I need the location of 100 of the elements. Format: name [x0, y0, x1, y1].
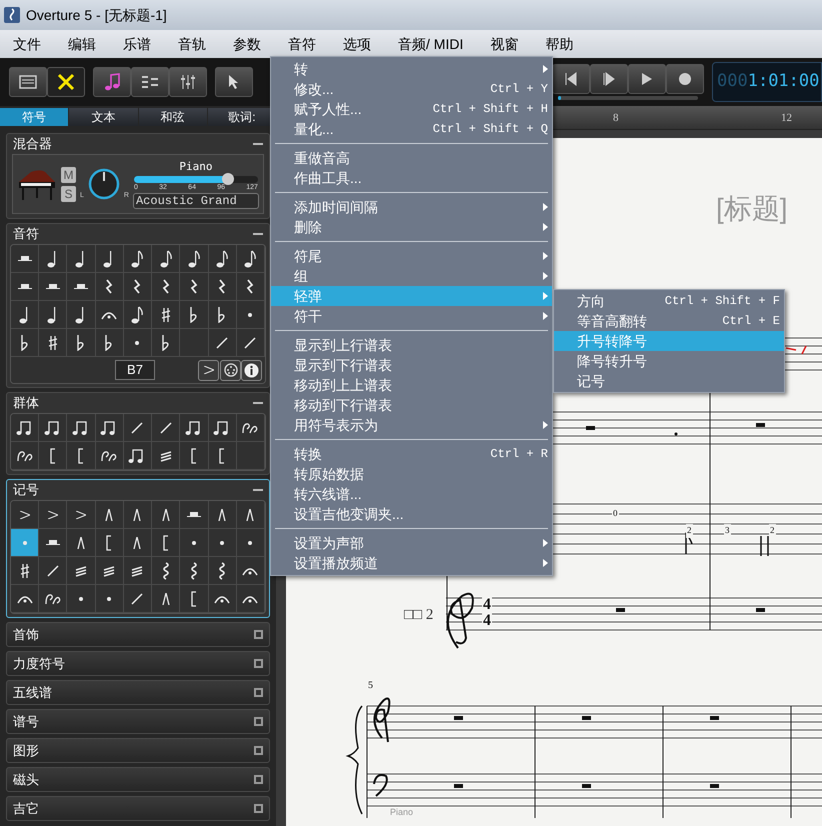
menu-item[interactable]: 音轨 [178, 34, 206, 54]
menu-option[interactable]: 设置播放频道 [271, 553, 552, 573]
palette-button[interactable] [11, 329, 40, 357]
palette-button[interactable] [39, 301, 68, 329]
info-button[interactable] [241, 360, 262, 380]
palette-button[interactable] [180, 273, 209, 301]
palette-button[interactable] [39, 585, 68, 613]
palette-tab[interactable]: 和弦 [138, 108, 207, 126]
mute-button[interactable]: M [61, 166, 76, 182]
palette-button[interactable] [152, 585, 180, 613]
menu-option[interactable]: 符尾 [271, 246, 552, 266]
palette-button[interactable] [39, 245, 68, 273]
palette-tab[interactable]: 符号 [0, 108, 68, 126]
menu-option[interactable]: 转原始数据 [271, 464, 552, 484]
palette-button[interactable] [11, 273, 40, 301]
palette-button[interactable] [11, 557, 40, 585]
palette-tab[interactable]: 文本 [69, 108, 138, 126]
chord-field[interactable]: B7 [115, 360, 155, 380]
palette-button[interactable] [39, 329, 68, 357]
palette-button[interactable] [11, 414, 40, 442]
menu-item[interactable]: 文件 [13, 34, 41, 54]
volume-thumb[interactable] [222, 172, 234, 184]
menu-item[interactable]: 帮助 [545, 34, 574, 54]
menu-option[interactable]: 设置为声部 [271, 533, 552, 553]
palette-button[interactable] [124, 501, 152, 529]
menu-option[interactable]: 设置吉他变调夹... [271, 504, 552, 524]
palette-button[interactable] [11, 585, 40, 613]
palette-button[interactable] [236, 501, 265, 529]
menu-option[interactable]: 显示到上行谱表 [271, 335, 552, 355]
collapsed-panel[interactable]: 首饰 [6, 622, 270, 647]
palette-button[interactable] [236, 273, 265, 301]
palette-button[interactable] [208, 414, 237, 442]
palette-button[interactable] [96, 557, 124, 585]
palette-button[interactable] [236, 329, 265, 357]
palette-button[interactable] [39, 529, 68, 557]
palette-button[interactable] [152, 557, 180, 585]
expand-icon[interactable] [254, 630, 263, 639]
palette-button[interactable] [96, 301, 124, 329]
palette-button[interactable] [96, 529, 124, 557]
menu-option[interactable]: 重做音高 [271, 148, 552, 168]
palette-button[interactable] [96, 414, 124, 442]
palette-button[interactable] [96, 442, 124, 470]
palette-button[interactable] [67, 529, 96, 557]
palette-button[interactable] [11, 501, 40, 529]
palette-button[interactable] [152, 529, 180, 557]
record-button[interactable] [666, 64, 704, 94]
document-button[interactable] [9, 67, 47, 97]
menu-item[interactable]: 选项 [343, 34, 371, 54]
palette-button[interactable] [180, 301, 209, 329]
collapsed-panel[interactable]: 磁头 [6, 767, 270, 792]
palette-button[interactable] [124, 585, 152, 613]
palette-button[interactable] [152, 329, 180, 357]
menu-option[interactable]: 降号转升号 [554, 351, 784, 371]
menu-item[interactable]: 音频/ MIDI [398, 34, 464, 54]
palette-button[interactable] [152, 414, 180, 442]
palette-button[interactable] [208, 245, 237, 273]
palette-button[interactable] [236, 245, 265, 273]
palette-button[interactable] [152, 501, 180, 529]
menu-option[interactable]: 转换 Ctrl + R [271, 444, 552, 464]
palette-button[interactable] [96, 245, 124, 273]
palette-button[interactable] [236, 414, 265, 442]
menu-option[interactable]: 升号转降号 [554, 331, 784, 351]
menu-option[interactable]: 作曲工具... [271, 168, 552, 188]
expand-icon[interactable] [254, 746, 263, 755]
menu-option[interactable]: 移动到下行谱表 [271, 395, 552, 415]
palette-button[interactable] [67, 329, 96, 357]
collapsed-panel[interactable]: 图形 [6, 738, 270, 763]
menu-item[interactable]: 编辑 [68, 34, 96, 54]
palette-button[interactable] [236, 557, 265, 585]
palette-button[interactable] [39, 414, 68, 442]
palette-button[interactable] [208, 557, 237, 585]
pointer-button[interactable] [215, 67, 253, 97]
palette-button[interactable] [67, 501, 96, 529]
menu-option[interactable]: 添加时间间隔 [271, 197, 552, 217]
palette-button[interactable] [124, 442, 152, 470]
palette-button[interactable] [124, 529, 152, 557]
expand-icon[interactable] [254, 659, 263, 668]
menu-item[interactable]: 视窗 [490, 34, 518, 54]
palette-button[interactable] [39, 273, 68, 301]
solo-button[interactable]: S [61, 186, 76, 202]
palette-button[interactable] [11, 301, 40, 329]
instrument-field[interactable]: Acoustic Grand [132, 193, 259, 209]
palette-button[interactable] [67, 557, 96, 585]
step-forward-button[interactable] [590, 64, 628, 94]
palette-button[interactable] [180, 585, 209, 613]
menu-option[interactable]: 转六线谱... [271, 484, 552, 504]
mixer-button[interactable] [169, 67, 207, 97]
palette-button[interactable] [208, 273, 237, 301]
palette-button[interactable] [67, 273, 96, 301]
palette-button[interactable] [67, 442, 96, 470]
palette-button[interactable] [67, 245, 96, 273]
palette-button[interactable] [67, 414, 96, 442]
palette-button[interactable] [124, 301, 152, 329]
menu-option[interactable]: 符干 [271, 306, 552, 326]
collapsed-panel[interactable]: 吉它 [6, 796, 270, 821]
midi-button[interactable] [220, 360, 241, 380]
palette-button[interactable] [96, 273, 124, 301]
menu-item[interactable]: 乐谱 [123, 34, 151, 54]
menu-option[interactable]: 记号 [554, 371, 784, 391]
palette-button[interactable] [124, 245, 152, 273]
